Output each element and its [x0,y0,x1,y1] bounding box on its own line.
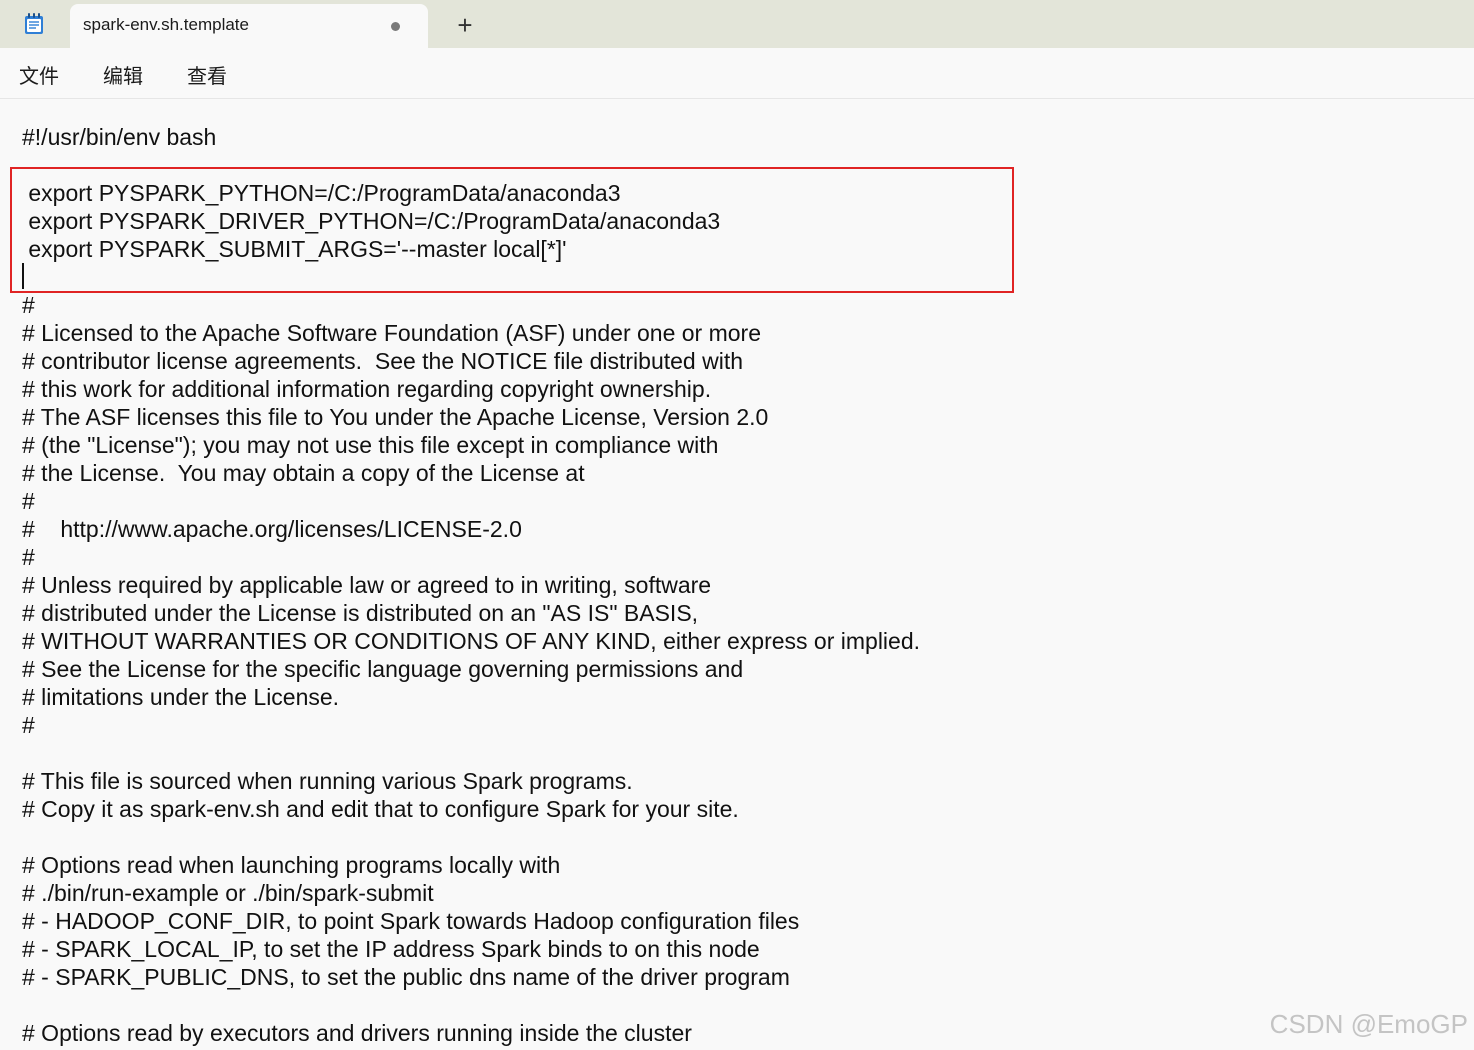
new-tab-button[interactable]: + [450,8,480,42]
menu-bar: 文件 编辑 查看 [0,48,1474,99]
editor-line: # This file is sourced when running vari… [22,768,633,794]
editor-line: # Licensed to the Apache Software Founda… [22,320,761,346]
editor-line: # the License. You may obtain a copy of … [22,460,585,486]
editor-line: # http://www.apache.org/licenses/LICENSE… [22,516,522,542]
title-bar: spark-env.sh.template + [0,0,1474,50]
menu-edit[interactable]: 编辑 [103,60,143,89]
editor-line: # contributor license agreements. See th… [22,348,744,374]
editor-line: # Options read when launching programs l… [22,852,561,878]
editor-line: #!/usr/bin/env bash [22,124,217,150]
editor-line: # (the "License"); you may not use this … [22,432,719,458]
menu-file[interactable]: 文件 [19,60,59,89]
editor-line: # [22,712,35,738]
editor-line: # See the License for the specific langu… [22,656,744,682]
menu-view[interactable]: 查看 [187,60,227,89]
editor-line: # [22,544,35,570]
tab-spark-env[interactable]: spark-env.sh.template [70,4,428,50]
editor-line: # - SPARK_PUBLIC_DNS, to set the public … [22,964,790,990]
editor-line: # this work for additional information r… [22,376,712,402]
editor-line: # The ASF licenses this file to You unde… [22,404,769,430]
notepad-icon [25,13,43,34]
tab-title: spark-env.sh.template [83,15,249,34]
editor-line: # - HADOOP_CONF_DIR, to point Spark towa… [22,908,800,934]
text-editor[interactable]: #!/usr/bin/env bash export PYSPARK_PYTHO… [0,99,1474,1050]
editor-line: # distributed under the License is distr… [22,600,699,626]
editor-line: # limitations under the License. [22,684,340,710]
editor-line: # Options read by executors and drivers … [22,1020,692,1046]
editor-line: # [22,488,35,514]
highlight-box [10,167,1014,293]
unsaved-dot-icon[interactable] [391,22,400,31]
editor-line: # - SPARK_LOCAL_IP, to set the IP addres… [22,936,760,962]
editor-line: # ./bin/run-example or ./bin/spark-submi… [22,880,434,906]
editor-line: # [22,292,35,318]
editor-line: # Copy it as spark-env.sh and edit that … [22,796,739,822]
text-caret [22,263,24,289]
editor-line: # WITHOUT WARRANTIES OR CONDITIONS OF AN… [22,628,921,654]
watermark: CSDN @EmoGP [1269,1009,1468,1039]
editor-line: # Unless required by applicable law or a… [22,572,712,598]
